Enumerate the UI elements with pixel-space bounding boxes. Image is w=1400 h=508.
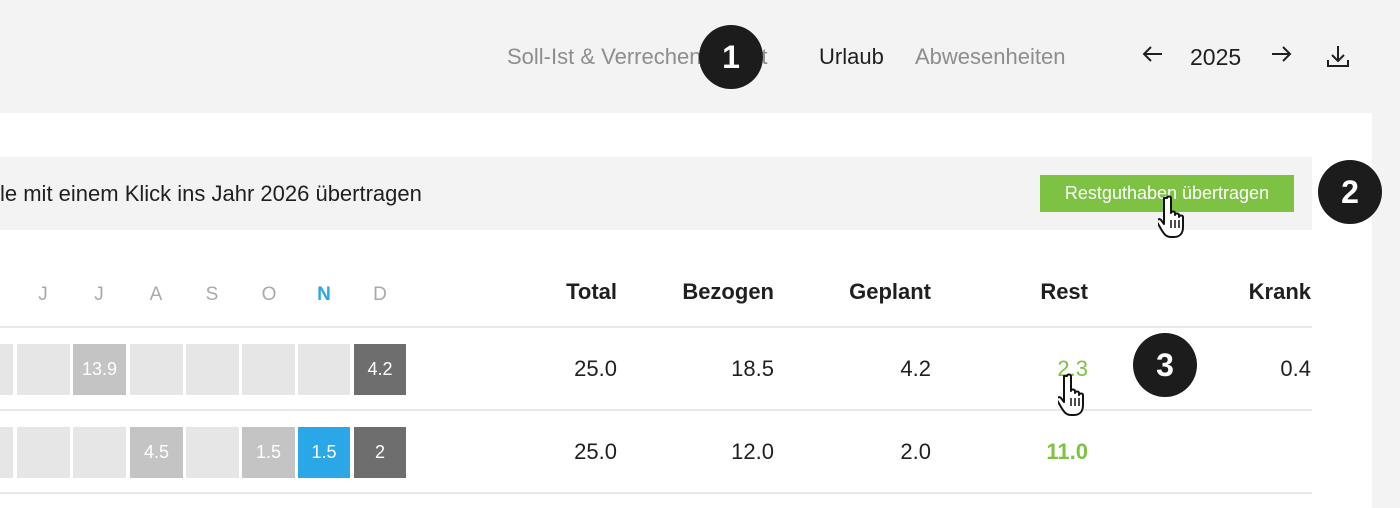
month-cell <box>242 344 295 395</box>
year-display: 2025 <box>1190 44 1242 70</box>
arrow-right-icon[interactable] <box>1269 42 1293 73</box>
month-cell <box>17 427 70 478</box>
value-total: 25.0 <box>574 356 617 381</box>
month-cell: 1.5 <box>242 427 295 478</box>
value-geplant: 4.2 <box>900 356 931 381</box>
hand-cursor-icon <box>1155 195 1192 246</box>
month-cell <box>130 344 183 395</box>
month-label: S <box>205 284 219 305</box>
col-header-krank: Krank <box>1248 279 1311 304</box>
transfer-banner: le mit einem Klick ins Jahr 2026 übertra… <box>0 157 1312 230</box>
value-bezogen: 18.5 <box>731 356 774 381</box>
value-bezogen: 12.0 <box>731 439 774 464</box>
col-header-geplant: Geplant <box>849 279 931 304</box>
value-rest[interactable]: 11.0 <box>1046 439 1088 465</box>
download-icon[interactable] <box>1325 44 1351 75</box>
month-cell <box>73 427 126 478</box>
row-divider <box>0 326 1312 328</box>
row-divider <box>0 409 1312 411</box>
tab-urlaub[interactable]: Urlaub <box>819 44 884 70</box>
month-label-current: N <box>317 284 331 305</box>
month-cell: 2 <box>354 427 406 478</box>
value-total: 25.0 <box>574 439 617 464</box>
month-cell: 4.2 <box>354 344 406 395</box>
step-marker-1: 1 <box>699 25 763 89</box>
value-krank: 0.4 <box>1280 356 1311 381</box>
vacation-card: le mit einem Klick ins Jahr 2026 übertra… <box>0 113 1372 508</box>
value-geplant: 2.0 <box>900 439 931 464</box>
col-header-rest: Rest <box>1040 279 1088 304</box>
col-header-bezogen: Bezogen <box>682 279 774 304</box>
month-cell: 13.9 <box>73 344 126 395</box>
tab-abwesenheiten[interactable]: Abwesenheiten <box>915 44 1065 70</box>
month-cell <box>298 344 350 395</box>
step-marker-2: 2 <box>1318 160 1382 224</box>
month-cell <box>186 427 239 478</box>
month-label: J <box>94 284 104 305</box>
col-header-total: Total <box>566 279 617 304</box>
hand-cursor-icon <box>1055 373 1092 424</box>
month-cell <box>0 344 13 395</box>
month-label: J <box>38 284 48 305</box>
month-cell <box>0 427 13 478</box>
row-divider <box>0 492 1312 494</box>
month-cell: 4.5 <box>130 427 183 478</box>
month-label: A <box>149 284 163 305</box>
arrow-left-icon[interactable] <box>1141 42 1165 73</box>
step-marker-3: 3 <box>1133 333 1197 397</box>
month-cell <box>186 344 239 395</box>
month-cell <box>17 344 70 395</box>
month-label: D <box>373 284 387 305</box>
month-label: O <box>261 284 277 305</box>
month-cell: 1.5 <box>298 427 350 478</box>
banner-text: le mit einem Klick ins Jahr 2026 übertra… <box>0 181 422 206</box>
